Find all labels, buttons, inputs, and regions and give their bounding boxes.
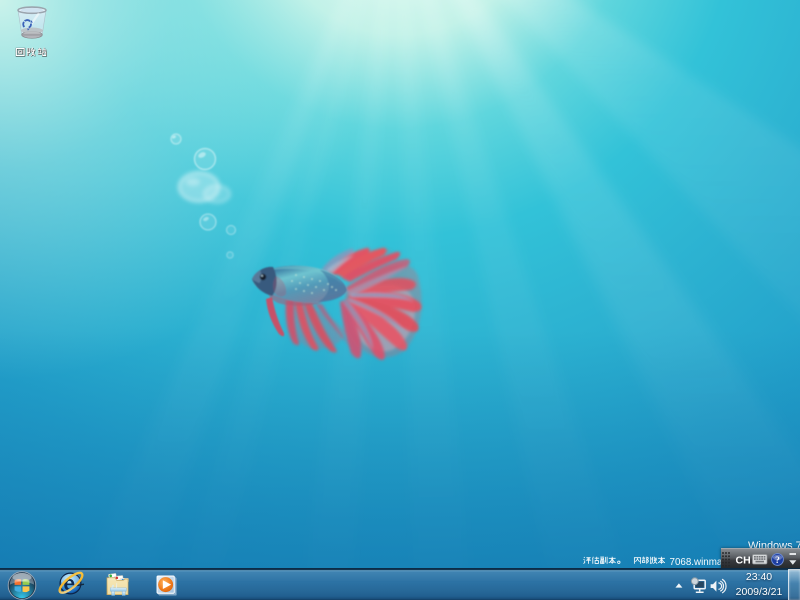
svg-text:CH: CH bbox=[736, 555, 751, 567]
svg-text:?: ? bbox=[775, 556, 780, 566]
